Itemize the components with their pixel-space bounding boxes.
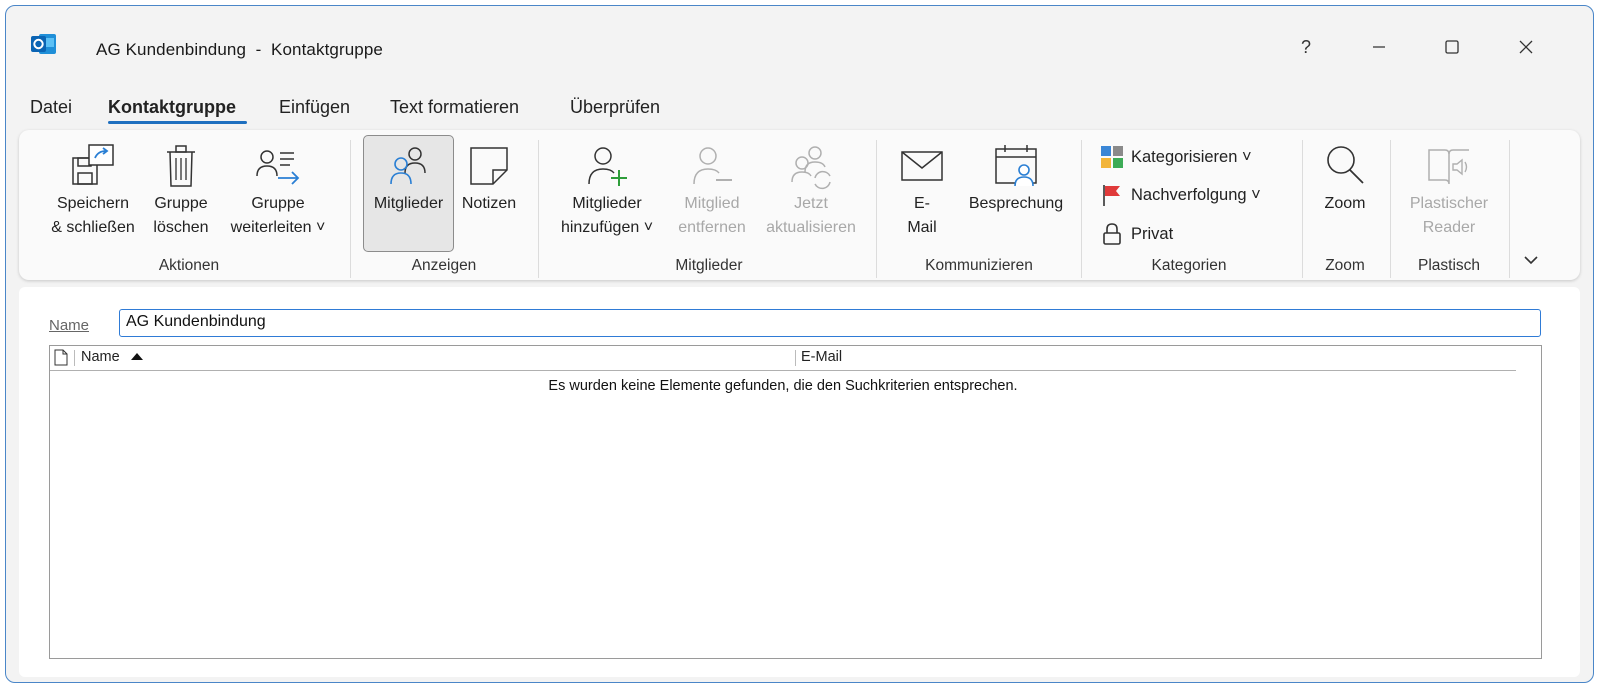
group-label-zoom: Zoom bbox=[1325, 257, 1365, 274]
refresh-members-icon bbox=[791, 146, 831, 190]
magnifier-icon bbox=[1327, 146, 1364, 184]
group-separator bbox=[1302, 140, 1303, 278]
tab-einfuegen[interactable]: Einfügen bbox=[279, 97, 350, 118]
tab-text-formatieren[interactable]: Text formatieren bbox=[390, 97, 519, 118]
save-and-close-button[interactable]: Speichern & schließen bbox=[47, 140, 139, 240]
help-icon: ? bbox=[1300, 36, 1311, 57]
minimize-icon bbox=[1373, 46, 1385, 48]
group-label-kategorien: Kategorien bbox=[1151, 257, 1227, 274]
group-name-input[interactable]: AG Kundenbindung bbox=[119, 309, 1541, 337]
title-bar: AG Kundenbindung - Kontaktgruppe ? bbox=[6, 6, 1593, 84]
maximize-button[interactable] bbox=[1434, 32, 1470, 62]
private-button[interactable]: Privat bbox=[1099, 221, 1173, 247]
ribbon-tabs: Datei Kontaktgruppe Einfügen Text format… bbox=[6, 91, 1593, 125]
notes-icon bbox=[470, 147, 508, 185]
group-separator bbox=[876, 140, 877, 278]
zoom-button[interactable]: Zoom bbox=[1312, 140, 1378, 216]
active-tab-indicator bbox=[108, 121, 247, 124]
flag-icon bbox=[1103, 185, 1120, 206]
immersive-reader-button[interactable]: Plastischer Reader bbox=[1399, 140, 1499, 240]
ribbon-collapse-button[interactable] bbox=[1519, 248, 1543, 272]
group-label-anzeigen: Anzeigen bbox=[411, 257, 477, 274]
mail-icon bbox=[901, 151, 943, 181]
tab-ueberpruefen[interactable]: Überprüfen bbox=[570, 97, 660, 118]
forward-group-icon bbox=[256, 150, 300, 185]
help-button[interactable]: ? bbox=[1288, 32, 1324, 62]
group-separator bbox=[1390, 140, 1391, 278]
members-icon bbox=[389, 147, 426, 185]
name-label: Name bbox=[49, 317, 90, 334]
categorize-button[interactable]: Kategorisieren ˅ bbox=[1099, 144, 1252, 170]
group-label-plastisch: Plastisch bbox=[1417, 257, 1481, 274]
group-separator bbox=[350, 140, 351, 278]
followup-button[interactable]: Nachverfolgung ˅ bbox=[1099, 182, 1261, 208]
add-members-button[interactable]: Mitglieder hinzufügen ˅ bbox=[551, 140, 663, 240]
group-label-mitglieder: Mitglieder bbox=[675, 257, 743, 274]
ribbon: Speichern & schließen Gruppe löschen Gru… bbox=[19, 130, 1580, 280]
table-header: Name E-Mail bbox=[50, 346, 1516, 371]
group-separator bbox=[538, 140, 539, 278]
outlook-app-icon bbox=[30, 31, 58, 57]
form-area: Name AG Kundenbindung Name E-Mail Es wur… bbox=[19, 287, 1580, 677]
column-separator bbox=[74, 350, 75, 366]
email-button[interactable]: E- Mail bbox=[887, 140, 957, 240]
group-separator bbox=[1081, 140, 1082, 278]
categorize-icon bbox=[1101, 146, 1123, 168]
window-title: AG Kundenbindung - Kontaktgruppe bbox=[96, 40, 383, 59]
lock-icon bbox=[1103, 223, 1121, 245]
empty-list-message: Es wurden keine Elemente gefunden, die d… bbox=[548, 378, 1018, 394]
group-label-aktionen: Aktionen bbox=[158, 257, 220, 274]
group-label-kommunizieren: Kommunizieren bbox=[925, 257, 1033, 274]
column-header-email[interactable]: E-Mail bbox=[801, 349, 842, 365]
minimize-button[interactable] bbox=[1361, 32, 1397, 62]
close-button[interactable] bbox=[1508, 32, 1544, 62]
members-table: Name E-Mail Es wurden keine Elemente gef… bbox=[49, 345, 1542, 659]
sort-ascending-icon bbox=[130, 353, 143, 360]
chevron-down-icon bbox=[1524, 256, 1538, 265]
update-now-button[interactable]: Jetzt aktualisieren bbox=[757, 140, 865, 240]
document-icon bbox=[54, 349, 68, 371]
tab-kontaktgruppe[interactable]: Kontaktgruppe bbox=[108, 97, 236, 118]
outlook-contact-group-window: AG Kundenbindung - Kontaktgruppe ? Datei… bbox=[5, 5, 1594, 683]
trash-icon bbox=[167, 145, 195, 187]
tab-datei[interactable]: Datei bbox=[30, 97, 72, 118]
save-icon bbox=[72, 144, 114, 185]
meeting-button[interactable]: Besprechung bbox=[959, 140, 1073, 216]
show-notes-button[interactable]: Notizen bbox=[455, 140, 523, 216]
calendar-person-icon bbox=[995, 145, 1037, 187]
maximize-icon bbox=[1445, 40, 1459, 54]
close-icon bbox=[1519, 40, 1533, 54]
immersive-reader-icon bbox=[1428, 149, 1469, 185]
delete-group-button[interactable]: Gruppe löschen bbox=[145, 140, 217, 240]
add-person-icon bbox=[588, 147, 627, 186]
remove-member-button[interactable]: Mitglied entfernen bbox=[669, 140, 755, 240]
group-separator bbox=[1509, 140, 1510, 278]
forward-group-button[interactable]: Gruppe weiterleiten ˅ bbox=[220, 140, 336, 240]
column-separator bbox=[795, 350, 796, 366]
show-members-button[interactable]: Mitglieder bbox=[363, 140, 454, 216]
remove-person-icon bbox=[693, 147, 732, 185]
column-header-name[interactable]: Name bbox=[81, 349, 144, 365]
